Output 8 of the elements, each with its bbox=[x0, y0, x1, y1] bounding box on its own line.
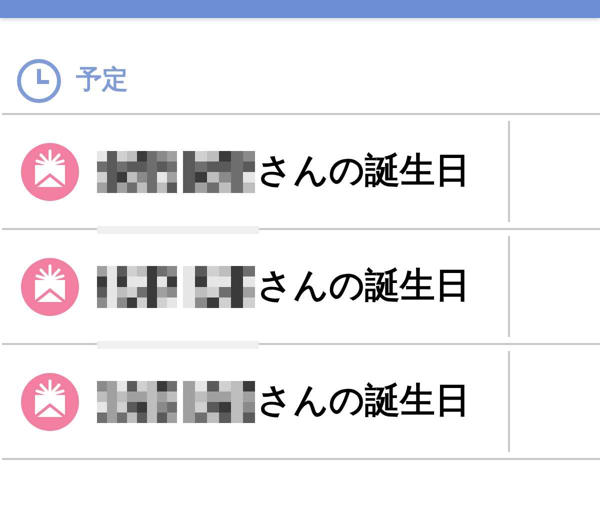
clock-icon bbox=[16, 58, 62, 104]
event-title: さんの誕生日 bbox=[257, 150, 470, 194]
gift-icon[interactable] bbox=[21, 258, 79, 316]
gift-icon[interactable] bbox=[21, 372, 79, 430]
event-title: さんの誕生日 bbox=[257, 265, 470, 308]
gift-icon[interactable] bbox=[21, 142, 79, 200]
section-title: 予定 bbox=[76, 64, 128, 97]
event-title: さんの誕生日 bbox=[257, 380, 470, 424]
